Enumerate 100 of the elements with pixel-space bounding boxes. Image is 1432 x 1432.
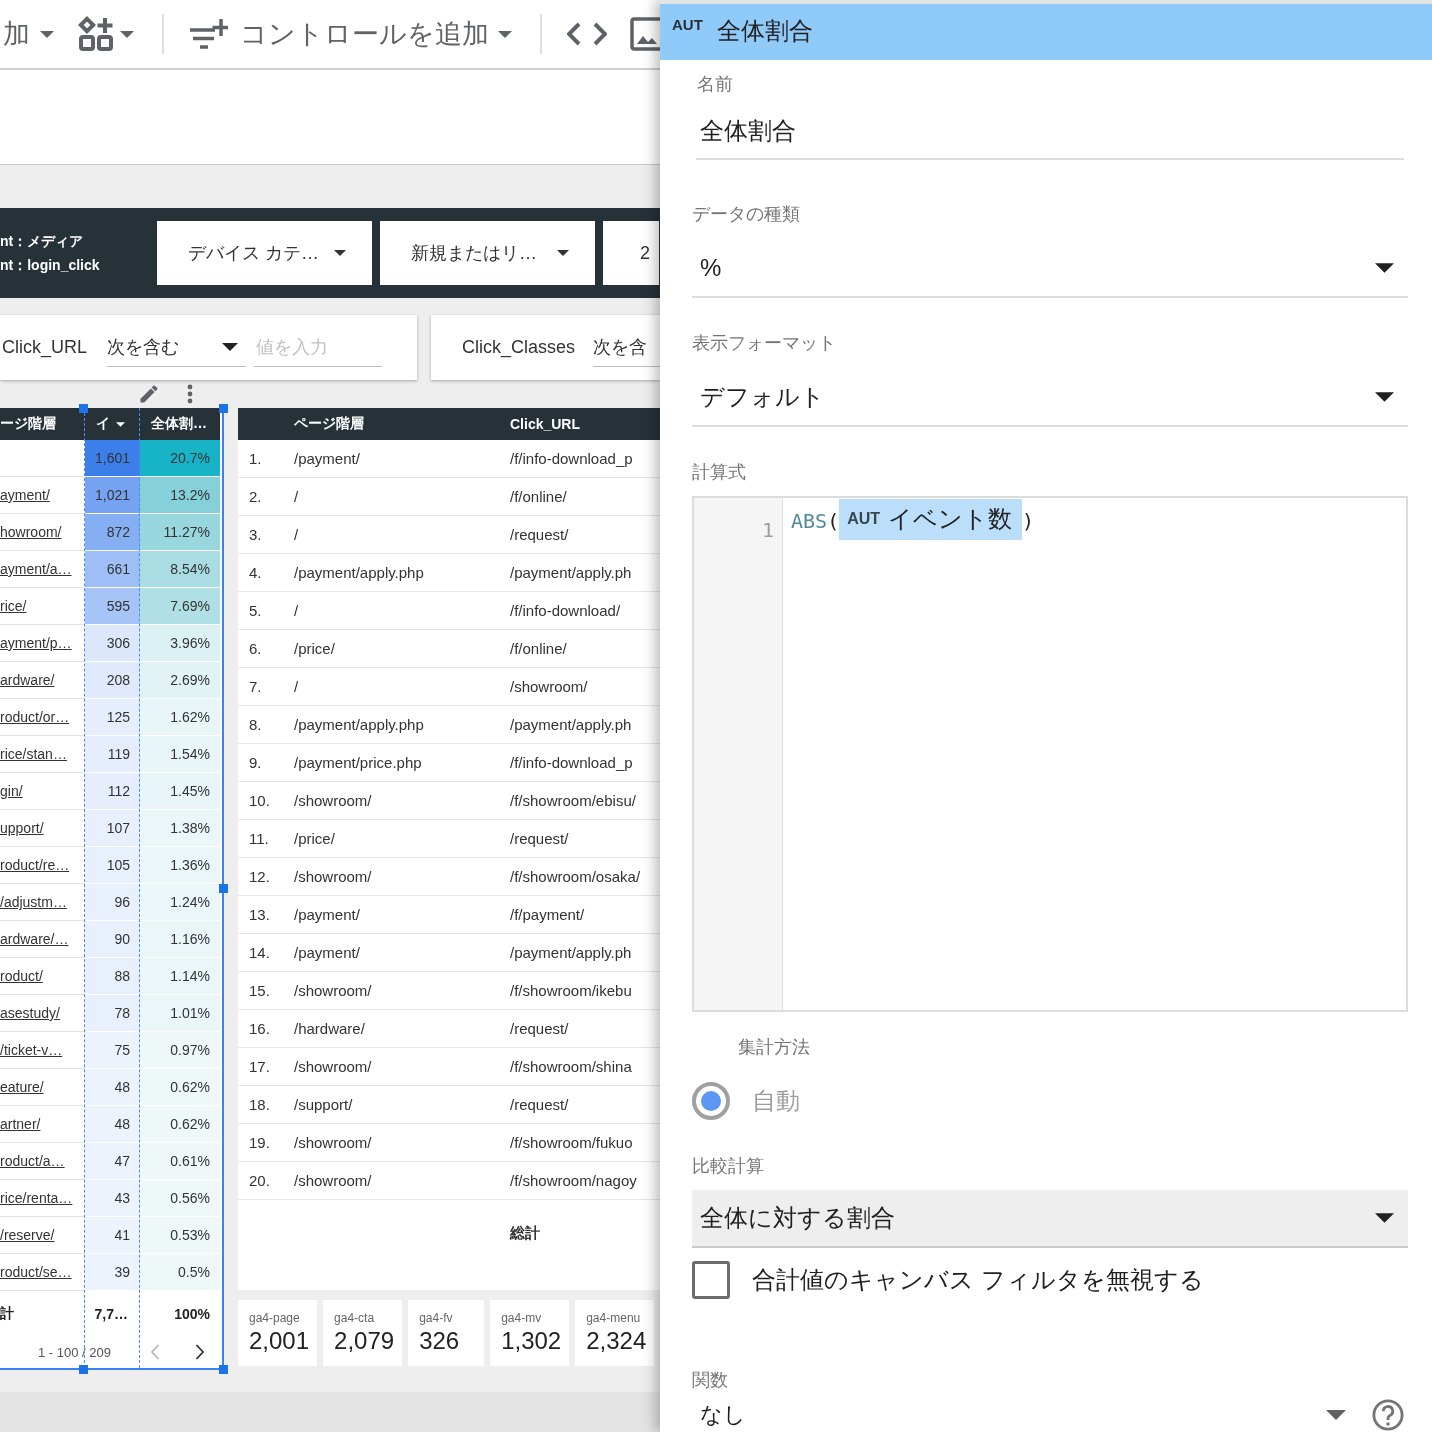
comparison-dropdown[interactable]: 全体に対する割合 bbox=[692, 1190, 1408, 1248]
scorecard[interactable]: ga4-mv 1,302 bbox=[490, 1300, 570, 1366]
row-number: 5. bbox=[248, 602, 263, 619]
table-cell-text: /showroom/ bbox=[294, 1134, 373, 1151]
field-chip[interactable]: AUT イベント数 bbox=[839, 498, 1023, 540]
table-cell-text: /payment/ bbox=[294, 450, 361, 467]
scorecard-label: ga4-mv bbox=[501, 1311, 543, 1325]
scorecard-label: ga4-page bbox=[249, 1311, 301, 1325]
field-type-label: AUT bbox=[847, 510, 881, 528]
table-chart[interactable] bbox=[238, 408, 660, 1290]
column-header[interactable]: 全体割… bbox=[140, 408, 220, 440]
add-menu-button[interactable]: 加 bbox=[3, 18, 54, 50]
table-link[interactable]: ayment/p… bbox=[0, 635, 72, 651]
table-cell: 208 bbox=[85, 662, 140, 699]
table-link[interactable]: asestudy/ bbox=[0, 1005, 60, 1021]
table-link[interactable]: rice/renta… bbox=[0, 1190, 73, 1206]
table-link[interactable]: /ticket-v… bbox=[0, 1042, 63, 1058]
table-link[interactable]: roduct/se… bbox=[0, 1264, 72, 1280]
data-type-dropdown[interactable]: % bbox=[692, 240, 1408, 298]
table-cell-text: /payment/apply.php bbox=[294, 564, 425, 581]
table-link[interactable]: ardware/… bbox=[0, 931, 69, 947]
more-options-icon[interactable] bbox=[187, 384, 193, 404]
table-link[interactable]: rice/stan… bbox=[0, 746, 67, 762]
table-link[interactable]: roduct/ bbox=[0, 968, 43, 984]
table-cell: 3.96% bbox=[140, 625, 220, 662]
table-cell: 11.27% bbox=[140, 514, 220, 551]
table-cell: 306 bbox=[85, 625, 140, 662]
table-cell-text: /price/ bbox=[294, 640, 336, 657]
table-cell-text: / bbox=[294, 602, 300, 619]
table-link[interactable]: artner/ bbox=[0, 1116, 41, 1132]
resize-handle[interactable] bbox=[219, 884, 228, 893]
table-link[interactable]: /reserve/ bbox=[0, 1227, 55, 1243]
parenthesis-text: ( bbox=[827, 509, 840, 533]
table-link[interactable]: ardware/ bbox=[0, 672, 55, 688]
table-link[interactable]: ayment/a… bbox=[0, 561, 72, 577]
column-header[interactable]: ページ階層 bbox=[294, 415, 510, 433]
scorecard[interactable]: ga4-cta 2,079 bbox=[323, 1300, 403, 1366]
table-cell-text: /showroom/ bbox=[510, 678, 589, 695]
table-link[interactable]: roduct/or… bbox=[0, 709, 70, 725]
filter-dropdown[interactable]: デバイス カテ… bbox=[157, 221, 372, 285]
scorecard-value: 326 bbox=[419, 1327, 461, 1355]
filter-condition-text: nt：メディア bbox=[0, 232, 85, 250]
name-input[interactable]: 全体割合 bbox=[696, 104, 1404, 160]
column-header[interactable]: Click_URL bbox=[510, 416, 660, 432]
filter-field-label: Click_Classes bbox=[461, 337, 577, 358]
column-header[interactable]: イ bbox=[85, 408, 140, 440]
total-label: 総計 bbox=[510, 1224, 540, 1241]
table-cell-text: /payment/ bbox=[294, 906, 361, 923]
scorecard[interactable]: ga4-menu 2,324 bbox=[575, 1300, 655, 1366]
table-cell-text: /showroom/ bbox=[294, 1172, 373, 1189]
column-header[interactable]: ージ階層 bbox=[0, 408, 85, 440]
sort-caret-icon bbox=[116, 421, 125, 427]
formula-editor[interactable]: 1 ABS( AUT イベント数 ) bbox=[692, 496, 1408, 1012]
total-label: 計 bbox=[0, 1304, 14, 1323]
table-cell-text: /hardware/ bbox=[294, 1020, 366, 1037]
table-cell: 125 bbox=[85, 699, 140, 736]
filter-dropdown[interactable]: 新規またはリ… bbox=[380, 221, 595, 285]
operator-dropdown[interactable]: 次を含む bbox=[107, 328, 246, 367]
table-link[interactable]: roduct/re… bbox=[0, 857, 70, 873]
checkbox[interactable] bbox=[692, 1261, 730, 1299]
chevron-right-icon[interactable] bbox=[195, 1344, 205, 1360]
table-cell-text: / bbox=[294, 526, 300, 543]
table-cell: 1,601 bbox=[85, 440, 140, 477]
code-icon[interactable] bbox=[567, 22, 607, 46]
table-cell: 75 bbox=[85, 1032, 140, 1069]
table-cell: 1.14% bbox=[140, 958, 220, 995]
scorecard[interactable]: ga4-page 2,001 bbox=[238, 1300, 318, 1366]
image-icon[interactable] bbox=[630, 17, 660, 51]
total-value: 100% bbox=[174, 1305, 210, 1322]
resize-handle[interactable] bbox=[79, 1365, 88, 1374]
value-input[interactable]: 値を入力 bbox=[254, 328, 382, 367]
resize-handle[interactable] bbox=[79, 404, 88, 413]
format-dropdown[interactable]: デフォルト bbox=[692, 369, 1408, 427]
add-shape-button[interactable] bbox=[78, 16, 134, 52]
row-number: 12. bbox=[248, 868, 271, 885]
pencil-icon[interactable] bbox=[139, 384, 159, 404]
scorecard[interactable]: ga4-fv 326 bbox=[408, 1300, 485, 1366]
table-link[interactable]: roduct/a… bbox=[0, 1153, 65, 1169]
resize-handle[interactable] bbox=[219, 404, 228, 413]
resize-handle[interactable] bbox=[219, 1365, 228, 1374]
function-dropdown[interactable]: なし bbox=[692, 1398, 1372, 1432]
row-number: 1. bbox=[248, 450, 263, 467]
help-icon[interactable] bbox=[1372, 1399, 1404, 1431]
table-link[interactable]: rice/ bbox=[0, 598, 27, 614]
table-link[interactable]: gin/ bbox=[0, 783, 23, 799]
table-cell-text: /f/showroom/shina bbox=[510, 1058, 633, 1075]
table-link[interactable]: ayment/ bbox=[0, 487, 50, 503]
table-link[interactable]: eature/ bbox=[0, 1079, 44, 1095]
table-cell: 47 bbox=[85, 1143, 140, 1180]
table-cell-text: /f/showroom/fukuo bbox=[510, 1134, 634, 1151]
row-number: 16. bbox=[248, 1020, 271, 1037]
table-link[interactable]: /adjustm… bbox=[0, 894, 67, 910]
table-link[interactable]: upport/ bbox=[0, 820, 44, 836]
filter-dropdown[interactable]: 2 bbox=[603, 221, 659, 285]
add-control-button[interactable]: コントロールを追加 bbox=[190, 18, 512, 50]
table-link[interactable]: howroom/ bbox=[0, 524, 62, 540]
table-cell: 0.5% bbox=[140, 1254, 220, 1291]
table-cell: 1.01% bbox=[140, 995, 220, 1032]
table-cell: 0.62% bbox=[140, 1069, 220, 1106]
row-number: 20. bbox=[248, 1172, 271, 1189]
